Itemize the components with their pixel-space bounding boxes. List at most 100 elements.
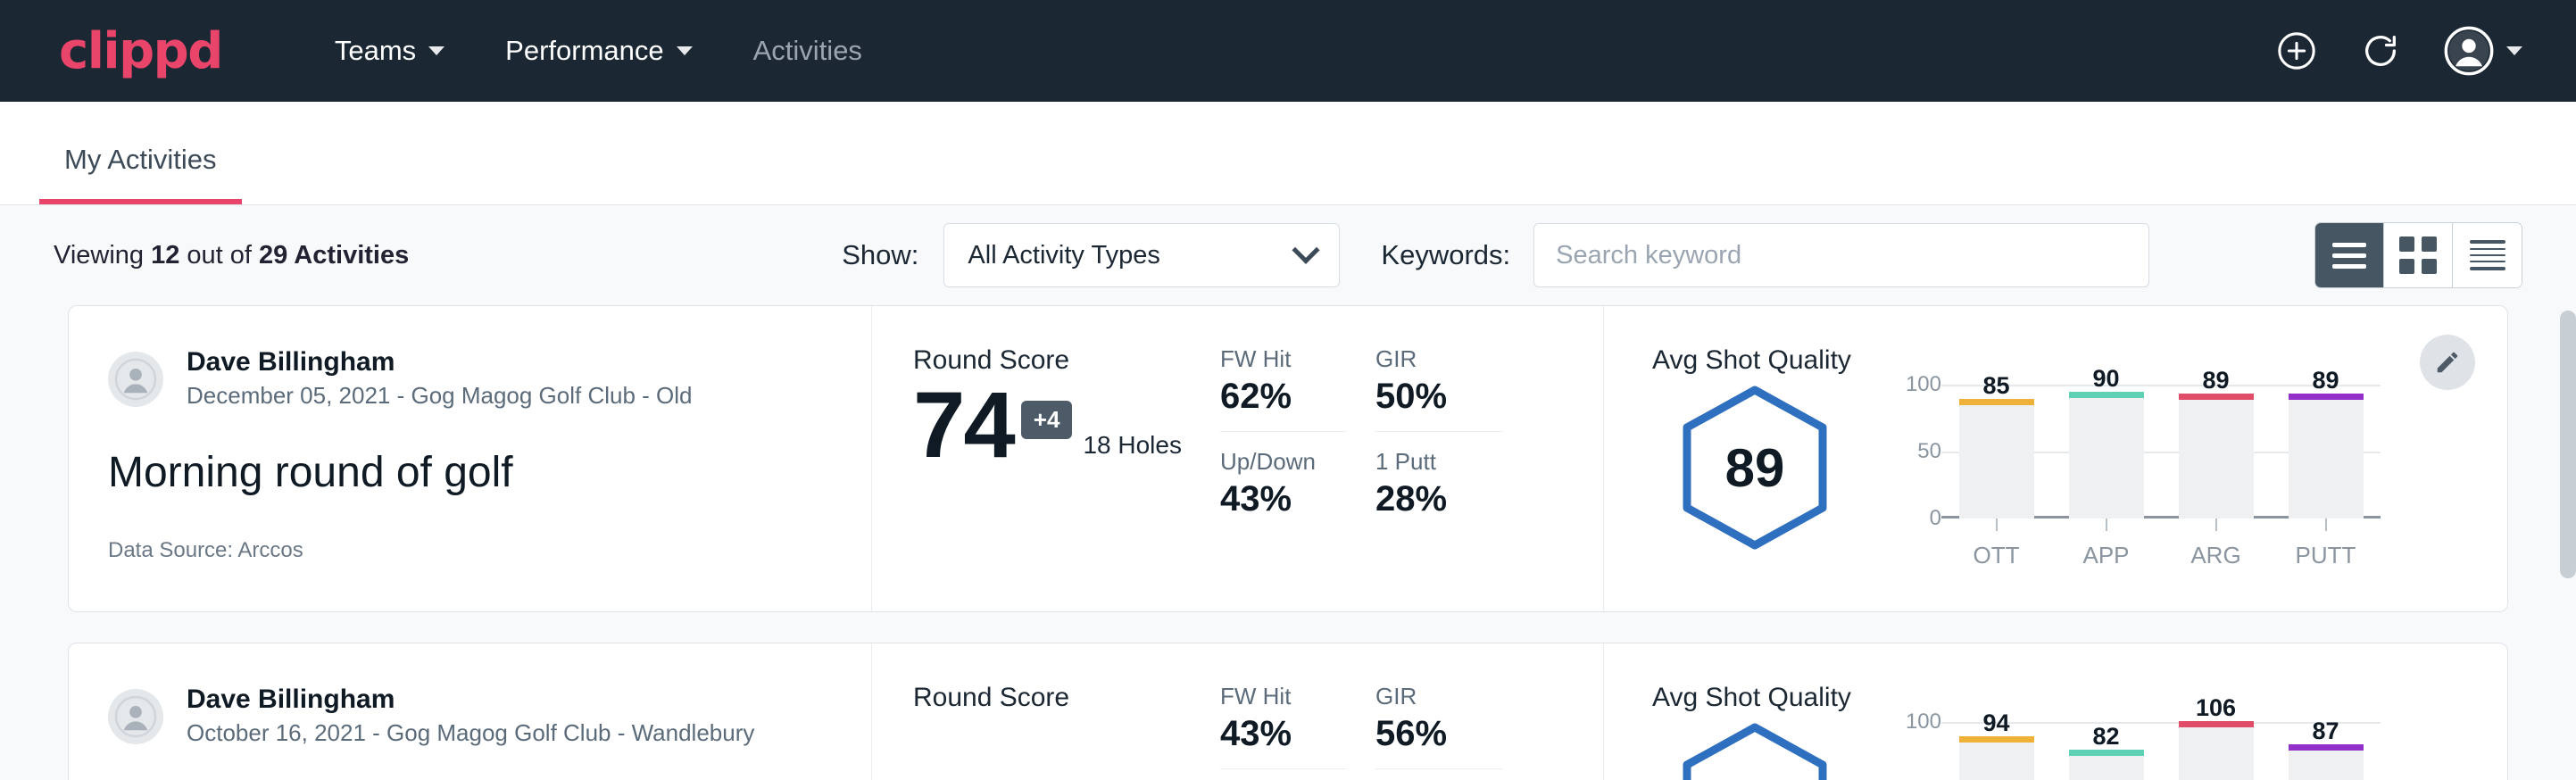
avg-shot-quality-column: Avg Shot Quality 89 100 50 — [1604, 306, 2507, 611]
grid-view-button[interactable] — [2384, 223, 2453, 287]
chart-y-axis: 100 50 0 — [1890, 722, 1941, 780]
chevron-down-icon — [428, 46, 445, 55]
stats-grid: FW Hit 62% GIR 50% Up/Down 43% 1 Putt 28… — [1220, 306, 1604, 611]
compact-view-button[interactable] — [2453, 223, 2522, 287]
chevron-down-icon — [1292, 236, 1320, 264]
stat-label: GIR — [1375, 345, 1502, 373]
activity-meta: October 16, 2021 - Gog Magog Golf Club -… — [187, 717, 754, 751]
y-tick-100: 100 — [1906, 372, 1941, 397]
account-avatar[interactable] — [2444, 26, 2522, 76]
activity-type-selected-value: All Activity Types — [968, 241, 1159, 270]
stat-label: Up/Down — [1220, 448, 1347, 476]
round-score-label: Round Score — [913, 683, 1220, 713]
nav-item-label: Activities — [753, 35, 862, 67]
avg-shot-quality-label: Avg Shot Quality — [1652, 683, 2507, 713]
stat-gir: GIR 50% — [1375, 345, 1502, 432]
bar-ott: 94 — [1959, 722, 2034, 780]
player-name: Dave Billingham — [187, 683, 754, 717]
stats-grid: FW Hit 43% GIR 56% — [1220, 643, 1604, 780]
view-mode-toggle-group — [2314, 222, 2522, 288]
avg-shot-quality-value — [1680, 722, 1830, 780]
round-score-value: 74 — [913, 381, 1014, 470]
shot-quality-hexagon: 89 — [1652, 379, 1857, 551]
chart-plot-area: 94 82 106 — [1941, 722, 2381, 780]
bar-value: 90 — [2069, 365, 2144, 393]
bar-arg: 89 — [2179, 385, 2254, 519]
y-tick-0: 0 — [1930, 506, 1941, 531]
add-icon[interactable] — [2276, 30, 2317, 71]
x-label-ott: OTT — [1959, 542, 2034, 569]
chevron-down-icon — [2506, 46, 2522, 55]
tab-label: My Activities — [64, 144, 217, 175]
activity-list: Dave Billingham December 05, 2021 - Gog … — [0, 305, 2576, 780]
bar-value: 82 — [2069, 723, 2144, 751]
viewing-count: 12 — [151, 241, 179, 270]
bar-ott: 85 — [1959, 385, 2034, 519]
viewing-total: 29 — [259, 241, 287, 270]
stat-label: 1 Putt — [1375, 448, 1502, 476]
data-source: Data Source: Arccos — [108, 538, 871, 563]
activity-type-select[interactable]: All Activity Types — [943, 223, 1340, 287]
score-differential-badge: +4 — [1021, 401, 1073, 439]
refresh-icon[interactable] — [2360, 30, 2401, 71]
stat-fw-hit: FW Hit 62% — [1220, 345, 1347, 432]
round-score-column: Round Score — [872, 643, 1220, 780]
bar-value: 87 — [2289, 718, 2364, 745]
page-scrollbar-thumb[interactable] — [2560, 311, 2576, 578]
x-label-arg: ARG — [2179, 542, 2254, 569]
activity-title: Morning round of golf — [108, 448, 871, 497]
x-label-putt: PUTT — [2289, 542, 2364, 569]
stat-value: 50% — [1375, 377, 1502, 417]
y-tick-50: 50 — [1917, 776, 1941, 780]
filter-bar: Viewing 12 out of 29 Activities Show: Al… — [0, 205, 2576, 305]
activity-summary-column: Dave Billingham October 16, 2021 - Gog M… — [69, 643, 872, 780]
stat-fw-hit: FW Hit 43% — [1220, 683, 1347, 769]
nav-item-teams[interactable]: Teams — [304, 35, 475, 67]
tab-bar: My Activities — [0, 102, 2576, 205]
nav-actions — [2276, 0, 2522, 102]
bar-putt: 89 — [2289, 385, 2364, 519]
edit-activity-button[interactable] — [2420, 335, 2475, 390]
nav-item-activities[interactable]: Activities — [723, 35, 893, 67]
round-score-column: Round Score 74 +4 18 Holes — [872, 306, 1220, 611]
chart-plot-area: 85 90 89 — [1941, 385, 2381, 519]
x-label-app: APP — [2069, 542, 2144, 569]
activity-card[interactable]: Dave Billingham December 05, 2021 - Gog … — [68, 305, 2508, 612]
round-score-label: Round Score — [913, 345, 1220, 376]
search-input[interactable] — [1533, 223, 2149, 287]
bar-value: 85 — [1959, 372, 2034, 400]
avatar — [108, 352, 163, 407]
keywords-label: Keywords: — [1381, 239, 1510, 271]
activity-card[interactable]: Dave Billingham October 16, 2021 - Gog M… — [68, 643, 2508, 780]
shot-quality-bar-chart: 100 50 0 94 — [1890, 717, 2381, 780]
pencil-icon — [2434, 349, 2461, 376]
stat-label: GIR — [1375, 683, 1502, 710]
data-source-value: Arccos — [237, 538, 303, 562]
data-source-prefix: Data Source: — [108, 538, 237, 562]
tab-my-activities[interactable]: My Activities — [39, 144, 242, 204]
bar-putt: 87 — [2289, 722, 2364, 780]
bar-value: 94 — [1959, 709, 2034, 737]
list-view-button[interactable] — [2315, 223, 2384, 287]
viewing-summary: Viewing 12 out of 29 Activities — [54, 241, 409, 270]
player-header: Dave Billingham December 05, 2021 - Gog … — [108, 345, 871, 412]
top-navigation-bar: clippd Teams Performance Activities — [0, 0, 2576, 102]
bar-app: 82 — [2069, 722, 2144, 780]
stat-up-down: Up/Down 43% — [1220, 432, 1347, 519]
chart-y-axis: 100 50 0 — [1890, 385, 1941, 519]
stat-value: 56% — [1375, 714, 1502, 754]
stat-value: 43% — [1220, 479, 1347, 519]
brand-logo[interactable]: clippd — [59, 22, 222, 80]
player-name: Dave Billingham — [187, 345, 693, 379]
activity-summary-column: Dave Billingham December 05, 2021 - Gog … — [69, 306, 872, 611]
bar-value: 89 — [2179, 367, 2254, 394]
viewing-prefix: Viewing — [54, 241, 151, 270]
stat-value: 43% — [1220, 714, 1347, 754]
stat-label: FW Hit — [1220, 345, 1347, 373]
nav-item-performance[interactable]: Performance — [475, 35, 722, 67]
stat-value: 62% — [1220, 377, 1347, 417]
viewing-suffix: Activities — [287, 241, 409, 270]
avatar — [108, 689, 163, 744]
chart-x-axis: OTT APP ARG PUTT — [1941, 542, 2381, 569]
nav-item-label: Teams — [335, 35, 416, 67]
